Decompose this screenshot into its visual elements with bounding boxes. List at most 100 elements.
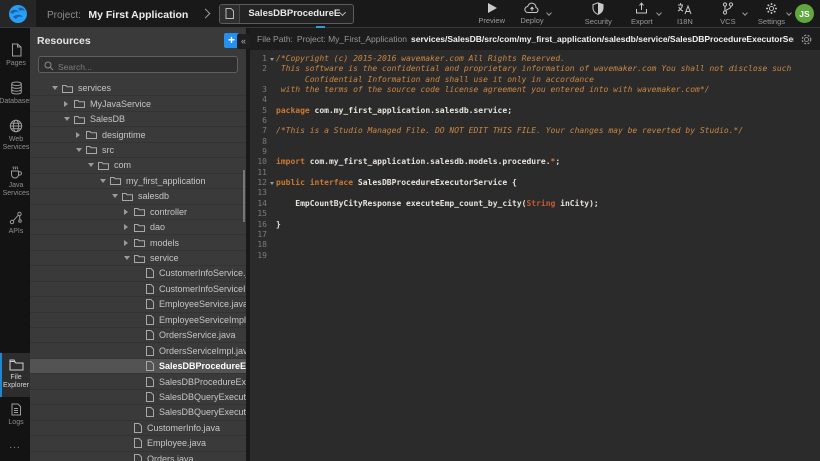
preview-deploy-group: Preview Deploy (476, 2, 547, 25)
tree-item-label: MyJavaService (90, 99, 151, 109)
line-number: 16 (250, 220, 267, 230)
tree-scrollbar[interactable] (243, 170, 245, 222)
vcs-button[interactable]: VCS (713, 2, 743, 26)
tree-item[interactable]: controller (30, 205, 246, 220)
editor-settings-button[interactable] (794, 33, 813, 46)
export-button[interactable]: Export (627, 2, 657, 26)
tree-item[interactable]: Employee.java (30, 436, 246, 451)
tree-item[interactable]: CustomerInfoServiceImpl.java (30, 282, 246, 297)
tree-item[interactable]: Orders.java (30, 452, 246, 461)
tree-item[interactable]: dao (30, 220, 246, 235)
translate-icon (677, 2, 692, 15)
line-number: 3 (250, 85, 267, 95)
nav-item-apis[interactable]: APIs (0, 205, 30, 243)
chevron-expanded-icon[interactable] (124, 256, 134, 260)
settings-button[interactable]: Settings (756, 2, 787, 26)
shield-icon (592, 2, 604, 15)
tree-item[interactable]: OrdersServiceImpl.java (30, 343, 246, 358)
nav-item-file-explorer[interactable]: File Explorer (0, 353, 30, 397)
code-text: with the terms of the source code licens… (276, 85, 709, 95)
tree-item[interactable]: EmployeeServiceImpl.java (30, 313, 246, 328)
tree-item[interactable]: com (30, 158, 246, 173)
search-input[interactable] (39, 60, 237, 75)
chevron-expanded-icon[interactable] (76, 148, 86, 152)
tree-item-label: SalesDBQueryExecutorService.java (159, 392, 246, 402)
tree-item-label: com (114, 160, 131, 170)
i18n-button[interactable]: I18N (670, 2, 700, 26)
tree-item[interactable]: OrdersService.java (30, 328, 246, 343)
user-avatar[interactable]: JS (795, 4, 814, 23)
chevron-expanded-icon[interactable] (64, 117, 74, 121)
wavemaker-logo-icon (8, 4, 28, 24)
fold-gutter (267, 251, 276, 261)
code-line: 11 (250, 168, 820, 178)
tree-item[interactable]: SalesDBProcedureExecutorServiceImpl.java (30, 374, 246, 389)
code-line: 3 with the terms of the source code lice… (250, 85, 820, 95)
chevron-collapsed-icon[interactable] (124, 240, 134, 246)
chevron-collapsed-icon[interactable] (64, 101, 74, 107)
breadcrumb-chevron-icon (201, 9, 211, 19)
nav-item-databases[interactable]: Databases (0, 75, 30, 113)
gear-icon (765, 2, 778, 15)
code-text: import com.my_first_application.salesdb.… (276, 157, 560, 167)
nav-item-pages[interactable]: Pages (0, 37, 30, 75)
folder-icon (134, 254, 145, 263)
tree-item[interactable]: service (30, 251, 246, 266)
tree-item[interactable]: SalesDBQueryExecutorServiceImpl.java (30, 405, 246, 420)
collapse-panel-button[interactable]: « (237, 34, 250, 49)
chevron-expanded-icon[interactable] (100, 179, 110, 183)
chevron-collapsed-icon[interactable] (76, 132, 86, 138)
tree-item[interactable]: services (30, 81, 246, 96)
folder-icon (62, 84, 73, 93)
line-number: 19 (250, 251, 267, 261)
preview-button[interactable]: Preview (476, 2, 507, 25)
file-icon (146, 268, 154, 278)
tree-item[interactable]: CustomerInfo.java (30, 421, 246, 436)
chevron-expanded-icon[interactable] (52, 86, 62, 90)
fold-marker-icon[interactable] (267, 178, 276, 188)
nav-item-logs[interactable]: Logs (0, 397, 30, 434)
tree-item[interactable]: salesdb (30, 189, 246, 204)
tree-item[interactable]: src (30, 143, 246, 158)
chevron-expanded-icon[interactable] (112, 194, 122, 198)
deploy-button[interactable]: Deploy (517, 2, 547, 25)
folder-icon (134, 223, 145, 232)
open-file-tab[interactable]: SalesDBProcedureE... (219, 4, 354, 24)
security-button[interactable]: Security (583, 2, 614, 26)
tree-item-label: designtime (102, 130, 146, 140)
nav-item-java-services[interactable]: Java Services (0, 159, 30, 205)
fold-gutter (267, 106, 276, 116)
chevron-down-icon (742, 10, 748, 16)
chevron-expanded-icon[interactable] (88, 163, 98, 167)
chevron-collapsed-icon[interactable] (124, 224, 134, 230)
code-line: 15 (250, 209, 820, 219)
tree-item[interactable]: designtime (30, 127, 246, 142)
chevron-collapsed-icon[interactable] (124, 209, 134, 215)
tree-item[interactable]: SalesDBProcedureExecutorService.java (30, 359, 246, 374)
log-icon (10, 403, 22, 416)
resources-panel: Resources + servicesMyJavaServiceSalesDB… (30, 28, 246, 461)
tree-item[interactable]: EmployeeService.java (30, 297, 246, 312)
more-options-button[interactable]: ... (0, 434, 30, 461)
fold-gutter (267, 85, 276, 95)
tree-item[interactable]: SalesDB (30, 112, 246, 127)
api-icon (9, 211, 23, 225)
tree-item[interactable]: SalesDBQueryExecutorService.java (30, 390, 246, 405)
line-number: 15 (250, 209, 267, 219)
wavemaker-logo[interactable] (0, 0, 36, 27)
code-editor[interactable]: 1/*Copyright (c) 2015-2016 wavemaker.com… (250, 50, 820, 461)
left-navigation-rail: Pages Databases Web Services Java Servic… (0, 28, 30, 461)
tree-item[interactable]: models (30, 235, 246, 250)
tree-item[interactable]: my_first_application (30, 174, 246, 189)
file-icon (146, 407, 154, 417)
fold-gutter (267, 95, 276, 105)
file-path-bar: File Path: Project: My_First_Application… (250, 28, 820, 50)
search-area (30, 53, 246, 81)
fold-marker-icon[interactable] (267, 54, 276, 64)
nav-item-web-services[interactable]: Web Services (0, 113, 30, 159)
cloud-upload-icon (524, 2, 540, 14)
tree-item[interactable]: MyJavaService (30, 96, 246, 111)
code-text: EmpCountByCityResponse executeEmp_count_… (276, 199, 599, 209)
file-path-label: File Path: (257, 34, 293, 44)
tree-item[interactable]: CustomerInfoService.java (30, 266, 246, 281)
